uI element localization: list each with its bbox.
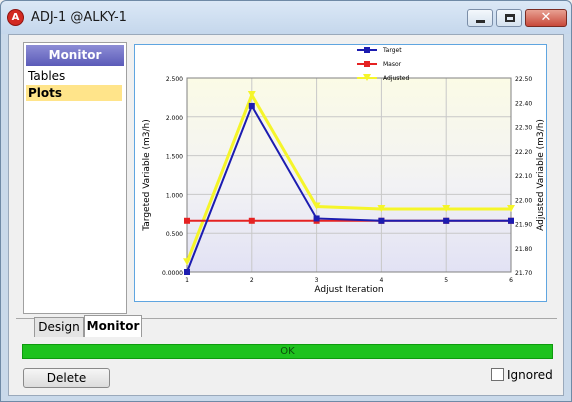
- minimize-icon: [476, 20, 485, 23]
- series-point: [184, 217, 190, 224]
- y-left-tick-label: 0.500: [166, 231, 183, 238]
- series-point: [508, 217, 514, 224]
- maximize-icon: [505, 14, 515, 22]
- minimize-button[interactable]: [467, 9, 493, 27]
- monitor-item-tables[interactable]: Tables: [26, 68, 122, 84]
- ignored-checkbox[interactable]: Ignored: [491, 368, 553, 384]
- window-client-area: Monitor Tables Plots 0.0000 0.500 1.000 1.5…: [8, 34, 564, 396]
- y-left-tick-label: 0.0000: [162, 270, 183, 277]
- x-tick-label: 5: [444, 277, 448, 284]
- monitor-item-plots[interactable]: Plots: [26, 85, 122, 101]
- series-point: [248, 217, 255, 224]
- y-right-tick-label: 22.20: [515, 149, 532, 156]
- title-bar[interactable]: A ADJ-1 @ALKY-1 ✕: [1, 1, 571, 34]
- x-axis-label: Adjust Iteration: [314, 285, 383, 295]
- status-bar: OK: [22, 344, 553, 359]
- y-right-tick-label: 21.70: [515, 270, 532, 277]
- maximize-button[interactable]: [496, 9, 522, 27]
- y-right-tick-label: 22.00: [515, 197, 532, 204]
- series-point: [248, 102, 255, 109]
- y-left-axis-label: Targeted Variable (m3/h): [142, 119, 152, 232]
- plot-panel: 0.0000 0.500 1.000 1.500 2.000 2.500 1 2 3 4 5 6 21.…: [134, 44, 547, 302]
- y-right-tick-label: 21.90: [515, 222, 532, 229]
- close-icon: ✕: [540, 10, 552, 25]
- plot-area: [187, 78, 511, 272]
- series-point: [443, 217, 450, 224]
- adjust-window: A ADJ-1 @ALKY-1 ✕ Monitor Tables Plots 0…: [0, 0, 572, 402]
- y-right-axis-label: Adjusted Variable (m3/h): [536, 119, 546, 231]
- tab-monitor[interactable]: Monitor: [84, 315, 142, 337]
- x-tick-label: 1: [185, 277, 189, 284]
- y-right-tick-label: 22.30: [515, 125, 532, 132]
- checkbox-box[interactable]: [491, 368, 504, 381]
- tab-design[interactable]: Design: [34, 317, 84, 337]
- series-point: [184, 269, 190, 275]
- y-left-tick-label: 1.000: [166, 192, 183, 199]
- legend-label: Masor: [383, 61, 402, 68]
- x-tick-label: 6: [509, 277, 513, 284]
- y-left-tick-label: 2.500: [166, 76, 183, 83]
- app-logo-icon: A: [7, 9, 24, 26]
- x-tick-label: 4: [379, 277, 383, 284]
- legend-label: Target: [382, 47, 402, 54]
- legend-label: Adjusted: [383, 75, 409, 82]
- ignored-label: Ignored: [507, 368, 553, 382]
- series-point: [313, 215, 320, 222]
- monitor-list-header: Monitor: [26, 45, 124, 66]
- y-right-tick-label: 21.80: [515, 246, 532, 253]
- y-right-tick-label: 22.50: [515, 76, 532, 83]
- adjust-plot: 0.00000.5001.0001.5002.0002.5001 2 3 4 5 621.…: [142, 47, 546, 295]
- window-title: ADJ-1 @ALKY-1: [31, 10, 127, 25]
- y-right-tick-label: 22.40: [515, 100, 532, 107]
- delete-button[interactable]: Delete: [23, 368, 110, 388]
- legend-marker: [364, 61, 370, 67]
- y-right-tick-label: 22.10: [515, 173, 532, 180]
- x-tick-label: 2: [250, 277, 254, 284]
- y-left-tick-label: 1.500: [166, 154, 183, 161]
- x-tick-label: 3: [315, 277, 319, 284]
- y-left-tick-label: 2.000: [166, 115, 183, 122]
- legend-marker: [364, 47, 370, 53]
- close-button[interactable]: ✕: [525, 9, 567, 27]
- monitor-list: Monitor Tables Plots: [23, 42, 127, 314]
- series-point: [378, 217, 385, 224]
